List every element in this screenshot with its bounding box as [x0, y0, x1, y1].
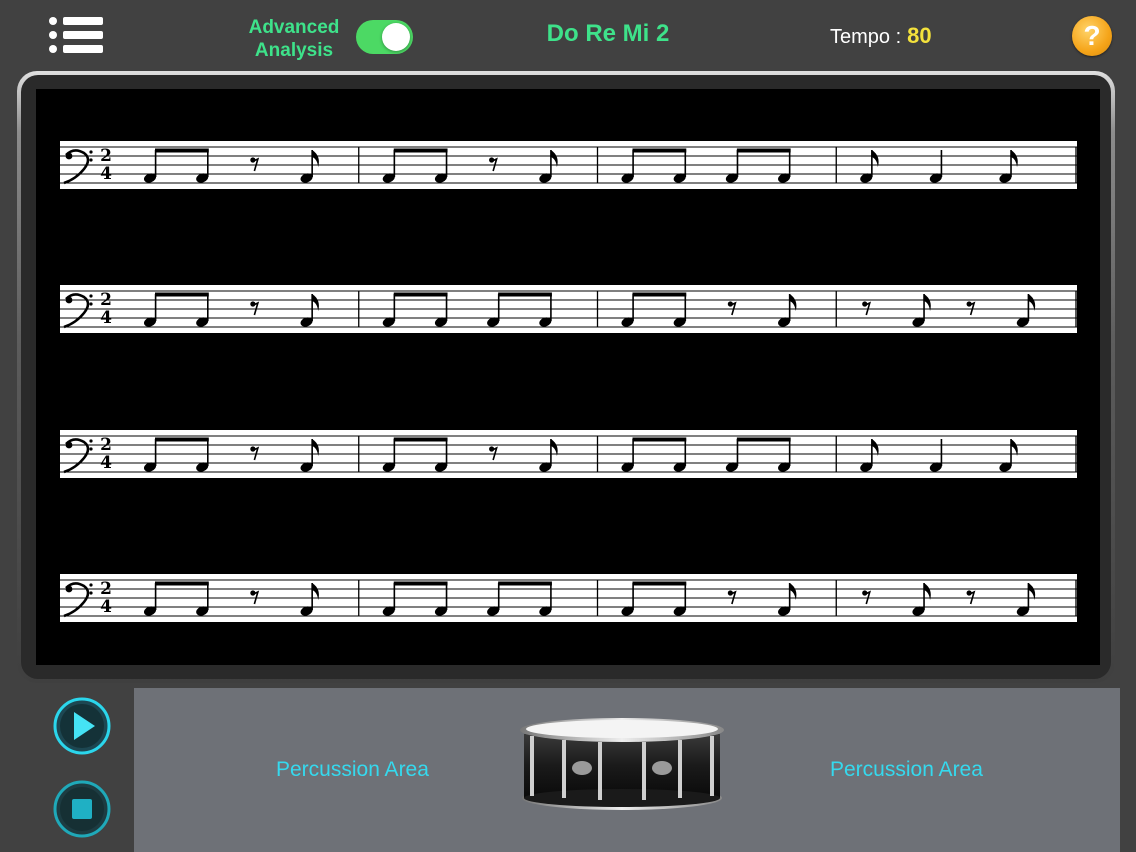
note-flag: [550, 150, 558, 167]
question-mark-icon: ?: [1083, 20, 1101, 51]
advanced-analysis-label: Advanced Analysis: [236, 16, 352, 62]
note-flag: [312, 583, 319, 600]
note-flag: [1028, 583, 1036, 600]
tempo-label: Tempo :: [830, 26, 902, 48]
stop-button[interactable]: [53, 780, 111, 838]
beam: [498, 581, 552, 586]
top-bar: Advanced Analysis Do Re Mi 2 Tempo :80 ?: [0, 0, 1136, 72]
play-button[interactable]: [53, 697, 111, 755]
advanced-label-line1: Advanced: [248, 17, 340, 38]
beam: [155, 292, 209, 297]
beam: [736, 437, 791, 442]
staff-svg: 24: [60, 435, 1077, 474]
beam: [632, 437, 687, 442]
beam: [632, 581, 687, 586]
time-signature-bottom: 4: [100, 164, 112, 184]
percussion-area-left[interactable]: Percussion Area: [276, 758, 429, 782]
beam: [393, 581, 448, 586]
note-flag: [924, 294, 931, 311]
menu-icon[interactable]: [46, 16, 104, 56]
note-flag: [871, 150, 879, 167]
beam: [393, 437, 448, 442]
staff-row-2: 24: [60, 285, 1077, 333]
bass-clef-dot: [89, 447, 93, 451]
note-flag: [312, 150, 319, 167]
time-signature-bottom: 4: [100, 597, 112, 617]
note-flag: [789, 294, 797, 311]
bass-clef-dot: [65, 296, 73, 304]
bass-clef-dot: [65, 585, 73, 593]
staff-row-4: 24: [60, 574, 1077, 622]
tempo-value: 80: [907, 23, 932, 48]
toggle-knob: [382, 23, 410, 51]
beam: [632, 148, 687, 153]
beam: [736, 148, 791, 153]
beam: [498, 292, 552, 297]
staff-svg: 24: [60, 579, 1077, 618]
time-signature-top: 2: [100, 146, 112, 166]
time-signature-bottom: 4: [100, 308, 112, 328]
bass-clef-dot: [89, 294, 93, 298]
note-flag: [924, 583, 931, 600]
bass-clef-dot: [65, 441, 73, 449]
beam: [155, 581, 209, 586]
note-flag: [789, 583, 797, 600]
time-signature-top: 2: [100, 435, 112, 455]
staff-row-1: 24: [60, 141, 1077, 189]
beam: [393, 148, 448, 153]
note-flag: [550, 439, 558, 456]
note-flag: [1011, 439, 1018, 456]
time-signature-bottom: 4: [100, 453, 112, 473]
beam: [155, 437, 209, 442]
time-signature-top: 2: [100, 579, 112, 599]
percussion-panel: Percussion Area Percussion Area: [134, 688, 1120, 852]
help-button[interactable]: ?: [1072, 16, 1112, 56]
bass-clef-dot: [89, 591, 93, 595]
snare-drum-icon[interactable]: [516, 716, 728, 816]
bass-clef-dot: [89, 302, 93, 306]
beam: [155, 148, 209, 153]
staff-svg: 24: [60, 146, 1077, 185]
bass-clef-dot: [89, 158, 93, 162]
advanced-label-line2: Analysis: [254, 40, 334, 61]
note-flag: [312, 439, 319, 456]
stop-icon: [53, 780, 111, 838]
bass-clef-dot: [65, 152, 73, 160]
staff-row-3: 24: [60, 430, 1077, 478]
tempo-display: Tempo :80: [830, 23, 932, 49]
bass-clef-dot: [89, 150, 93, 154]
advanced-analysis-toggle[interactable]: [356, 20, 413, 54]
beam: [632, 292, 687, 297]
staff-svg: 24: [60, 290, 1077, 329]
note-flag: [871, 439, 879, 456]
note-flag: [1028, 294, 1036, 311]
time-signature-top: 2: [100, 290, 112, 310]
note-flag: [312, 294, 319, 311]
note-flag: [1011, 150, 1018, 167]
song-title: Do Re Mi 2: [546, 20, 670, 47]
bass-clef-dot: [89, 439, 93, 443]
percussion-area-right[interactable]: Percussion Area: [830, 758, 983, 782]
beam: [393, 292, 448, 297]
bass-clef-dot: [89, 583, 93, 587]
play-icon: [53, 697, 111, 755]
